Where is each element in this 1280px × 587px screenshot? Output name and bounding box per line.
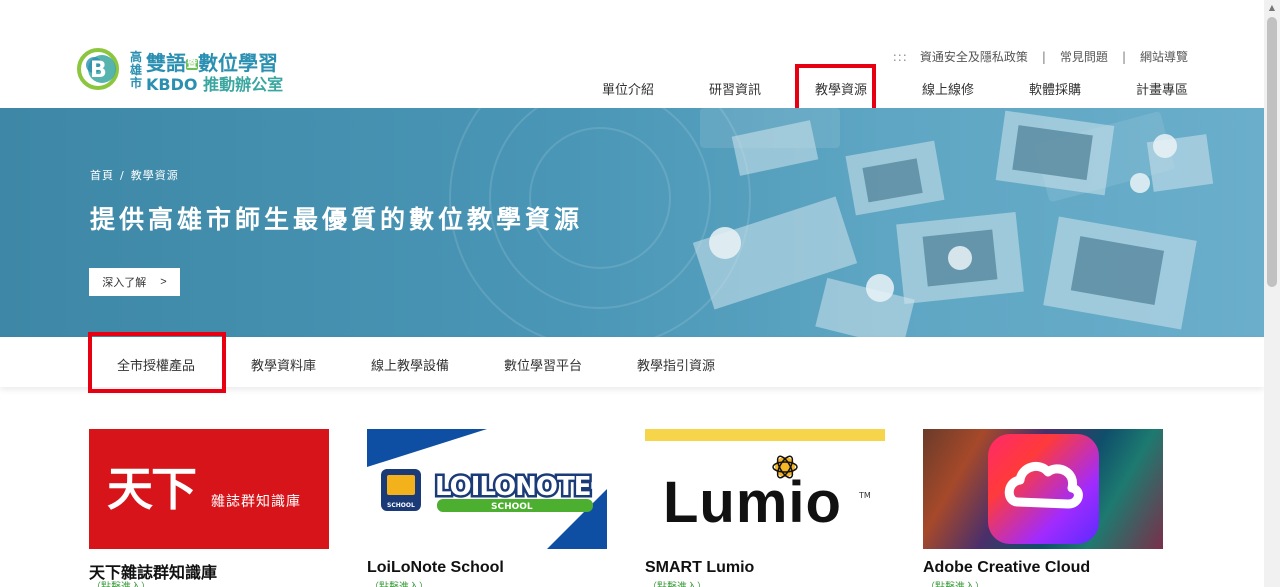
card-enter-link[interactable]: （點擊進入） <box>925 578 985 587</box>
learn-more-label: 深入了解 <box>102 277 147 289</box>
hero-banner: 首頁 / 教學資源 提供高雄市師生最優質的數位教學資源 深入了解 > <box>0 108 1264 337</box>
site-header: B 高雄市 雙語暨數位學習 KBDO 推動辦公室 ::: 資通安全及隱私政策 |… <box>0 0 1264 113</box>
creative-cloud-tile <box>988 434 1099 544</box>
card-image-loilonote[interactable]: SCHOOL LOILONOTE SCHOOL <box>367 429 607 549</box>
breadcrumb: 首頁 / 教學資源 <box>90 167 179 183</box>
tab-teaching-database[interactable]: 教學資料庫 <box>251 355 316 374</box>
tab-learning-platform[interactable]: 數位學習平台 <box>504 355 582 374</box>
loilo-mini-school: SCHOOL <box>387 502 415 509</box>
scrollbar-thumb[interactable] <box>1267 17 1277 287</box>
tab-teaching-guides[interactable]: 教學指引資源 <box>637 355 715 374</box>
accesskey-dots[interactable]: ::: <box>893 50 908 64</box>
scroll-up-icon[interactable]: ▲ <box>1264 0 1280 16</box>
learn-more-button[interactable]: 深入了解 > <box>89 268 180 296</box>
page-scrollbar[interactable]: ▲ <box>1264 0 1280 587</box>
tianxia-logo-text: 天下 <box>107 462 197 516</box>
nav-item-software[interactable]: 軟體採購 <box>1029 82 1081 100</box>
nav-item-about[interactable]: 單位介紹 <box>602 82 654 100</box>
logo-badge: 暨 <box>186 59 198 70</box>
lumio-trademark: TM <box>859 491 871 500</box>
nav-item-online[interactable]: 線上線修 <box>922 82 974 100</box>
breadcrumb-separator: / <box>120 169 125 182</box>
nav-item-projects[interactable]: 計畫專區 <box>1136 82 1188 100</box>
card-enter-link[interactable]: （點擊進入） <box>91 578 151 587</box>
tianxia-logo-subtext: 雜誌群知識庫 <box>211 494 301 510</box>
breadcrumb-home[interactable]: 首頁 <box>90 169 114 182</box>
product-card-loilonote[interactable]: SCHOOL LOILONOTE SCHOOL LoiLoNote School… <box>367 429 607 587</box>
tab-online-equipment[interactable]: 線上教學設備 <box>371 355 449 374</box>
card-title[interactable]: Adobe Creative Cloud <box>923 559 1090 577</box>
loilo-wordmark: LOILONOTE <box>435 472 591 502</box>
util-faq-link[interactable]: 常見問題 <box>1060 48 1108 65</box>
loilo-school-label: SCHOOL <box>491 502 533 512</box>
creative-cloud-icon <box>1004 461 1083 509</box>
product-card-tianxia[interactable]: 天下 雜誌群知識庫 天下雜誌群知識庫 （點擊進入） <box>89 429 329 587</box>
card-title[interactable]: LoiLoNote School <box>367 559 504 577</box>
utility-nav: ::: 資通安全及隱私政策 | 常見問題 | 網站導覽 <box>893 48 1188 65</box>
card-image-adobe[interactable] <box>923 429 1163 549</box>
util-privacy-link[interactable]: 資通安全及隱私政策 <box>920 48 1028 65</box>
util-separator: | <box>1041 49 1046 64</box>
card-enter-link[interactable]: （點擊進入） <box>369 578 429 587</box>
nav-item-training[interactable]: 研習資訊 <box>709 82 761 100</box>
main-nav: 單位介紹 研習資訊 教學資源 線上線修 軟體採購 計畫專區 <box>0 82 1264 102</box>
chevron-right-icon: > <box>160 276 167 288</box>
highlight-box-nav <box>795 64 876 113</box>
util-sitemap-link[interactable]: 網站導覽 <box>1140 48 1188 65</box>
product-card-adobe[interactable]: Adobe Creative Cloud （點擊進入） <box>923 429 1163 587</box>
card-image-lumio[interactable]: Lumio TM <box>645 429 885 549</box>
svg-text:B: B <box>90 58 107 83</box>
product-card-lumio[interactable]: Lumio TM SMART Lumio （點擊進入） <box>645 429 885 587</box>
loilonote-logo-art: SCHOOL LOILONOTE SCHOOL <box>367 429 607 549</box>
page-title: 提供高雄市師生最優質的數位教學資源 <box>90 205 584 234</box>
card-image-tianxia[interactable]: 天下 雜誌群知識庫 <box>89 429 329 549</box>
util-separator: | <box>1121 49 1126 64</box>
breadcrumb-current: 教學資源 <box>130 169 179 182</box>
card-enter-link[interactable]: （點擊進入） <box>647 578 707 587</box>
card-title[interactable]: SMART Lumio <box>645 559 754 577</box>
highlight-box-tab <box>88 332 226 393</box>
lumio-wordmark: Lumio <box>663 470 842 535</box>
